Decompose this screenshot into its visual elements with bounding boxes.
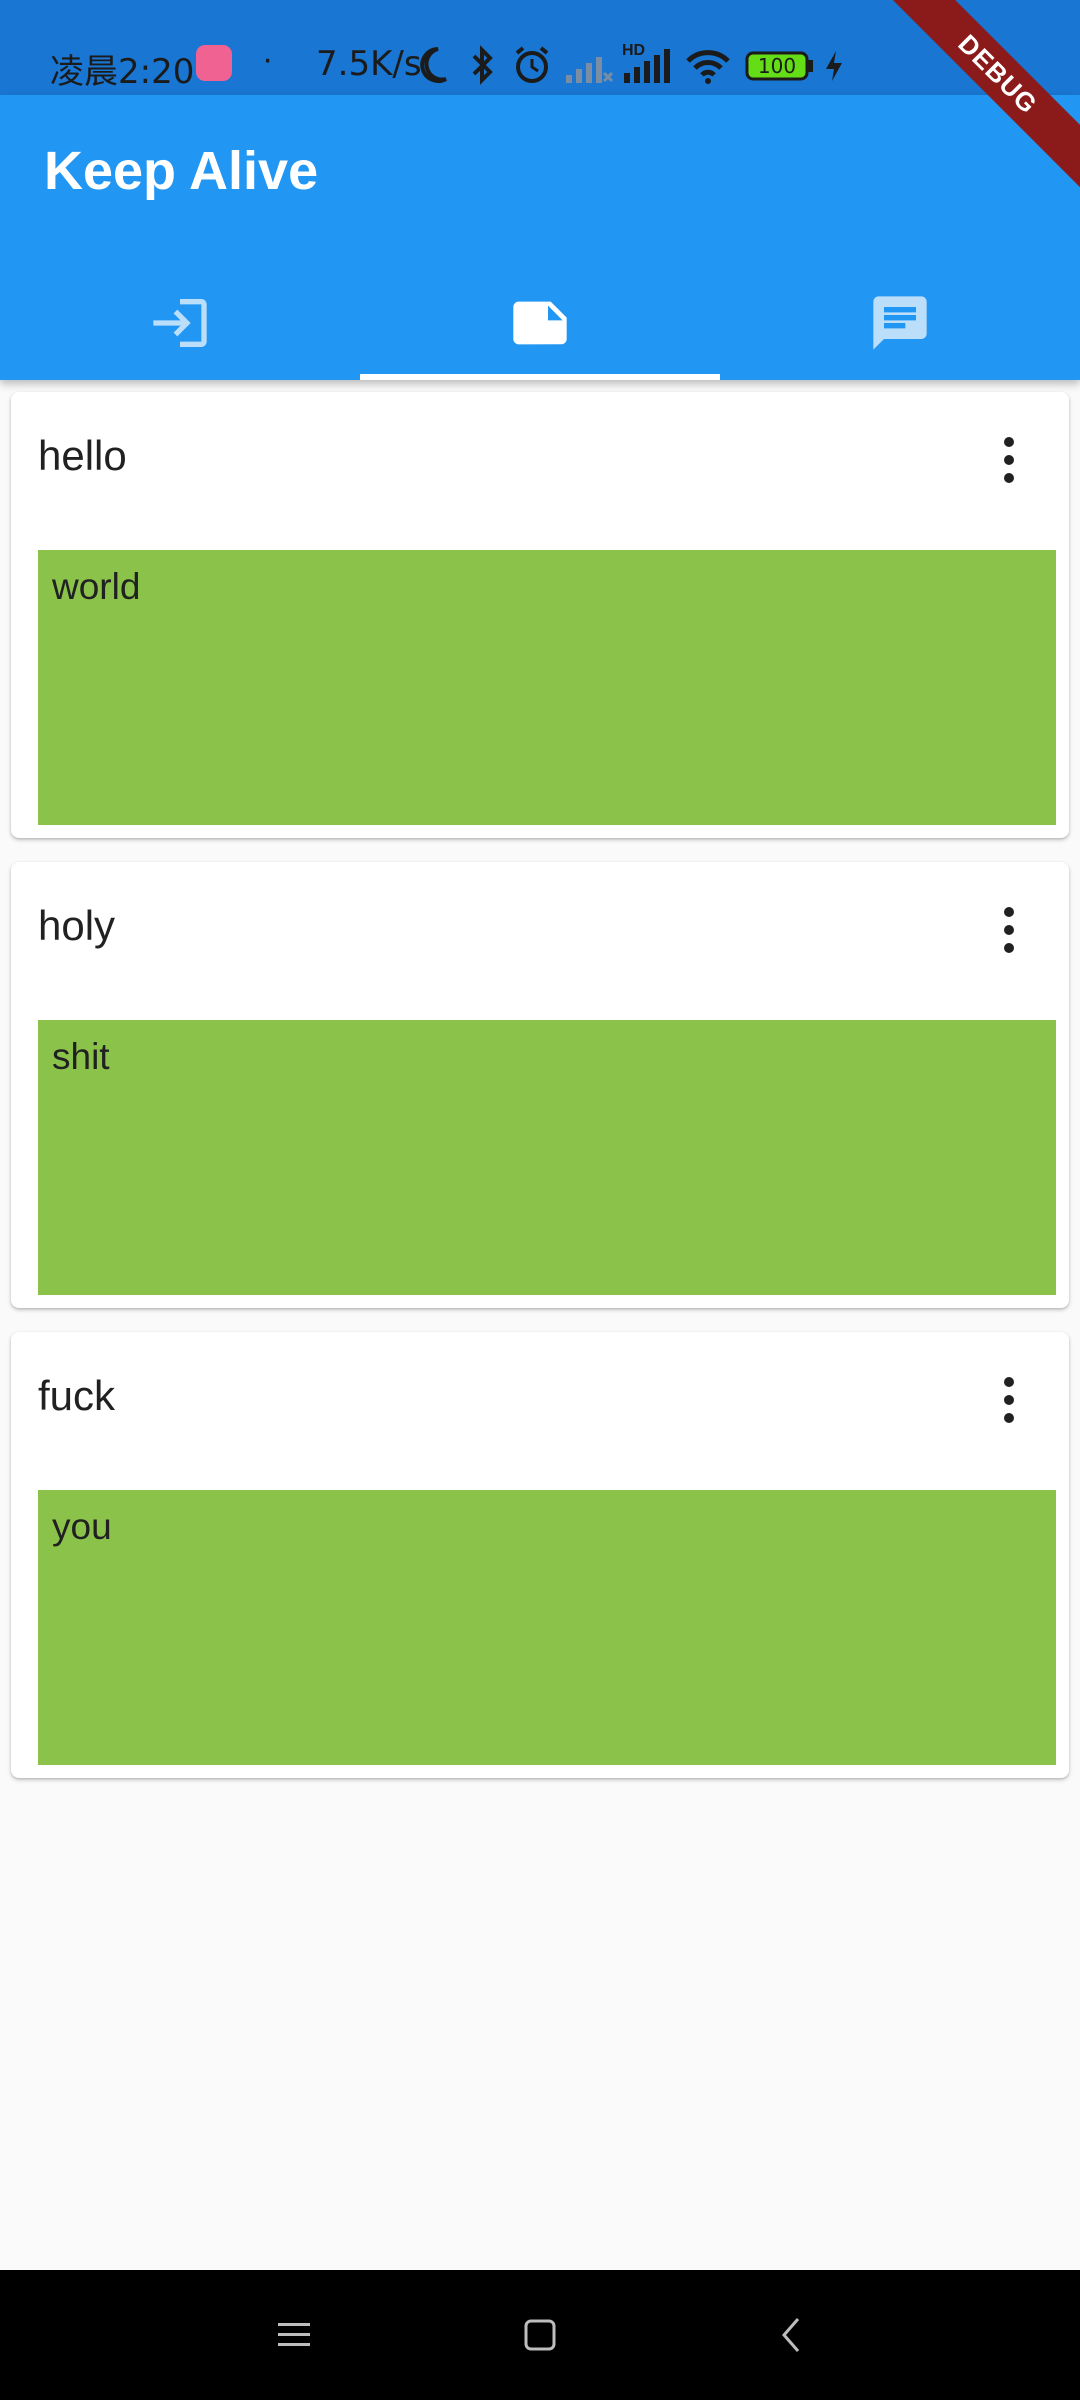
back-icon (782, 2318, 800, 2352)
more-vert-icon (1004, 907, 1014, 953)
status-time: 凌晨2:20 (50, 52, 195, 92)
home-button[interactable] (515, 2310, 565, 2360)
tab-bar (0, 265, 1080, 380)
status-separator: · (262, 40, 274, 78)
more-vert-icon (1004, 437, 1014, 483)
card: fuck you (11, 1332, 1069, 1778)
card-body-text: you (52, 1506, 112, 1547)
back-button[interactable] (766, 2310, 816, 2360)
menu-icon (278, 2323, 310, 2346)
bilibili-app-icon (196, 45, 232, 81)
card: hello world (11, 392, 1069, 838)
card: holy shit (11, 862, 1069, 1308)
bluetooth-icon (472, 45, 493, 85)
system-nav-bar (0, 2270, 1080, 2400)
card-list: hello world holy shit fuck you (11, 392, 1069, 1802)
battery-level: 100 (758, 54, 796, 78)
card-content-panel: shit (38, 1020, 1056, 1295)
card-body-text: shit (52, 1036, 110, 1077)
note-icon (513, 301, 567, 344)
more-vert-icon (1004, 1377, 1014, 1423)
chat-icon (873, 295, 927, 350)
more-button[interactable] (979, 1370, 1039, 1430)
signal-icon (566, 57, 614, 83)
wifi-icon (686, 50, 730, 84)
net-speed: 7.5K/s (316, 44, 422, 84)
menu-button[interactable] (269, 2310, 319, 2360)
app-bar: Keep Alive (0, 95, 1080, 380)
charging-icon (826, 51, 842, 81)
card-title: fuck (38, 1372, 116, 1419)
card-content-panel: world (38, 550, 1056, 825)
card-body-text: world (52, 566, 141, 607)
battery-icon: 100 (745, 51, 813, 81)
signal-hd-icon (624, 49, 670, 83)
more-button[interactable] (979, 430, 1039, 490)
card-title: hello (38, 432, 127, 479)
app-title: Keep Alive (44, 141, 319, 201)
card-content-panel: you (38, 1490, 1056, 1765)
more-button[interactable] (979, 900, 1039, 960)
tab-login[interactable] (0, 265, 360, 380)
home-icon (524, 2319, 556, 2351)
tab-notes[interactable] (360, 265, 720, 380)
moon-icon (420, 47, 447, 83)
alarm-icon (515, 46, 549, 83)
card-title: holy (38, 902, 116, 949)
tab-chat[interactable] (720, 265, 1080, 380)
login-icon (153, 298, 207, 347)
